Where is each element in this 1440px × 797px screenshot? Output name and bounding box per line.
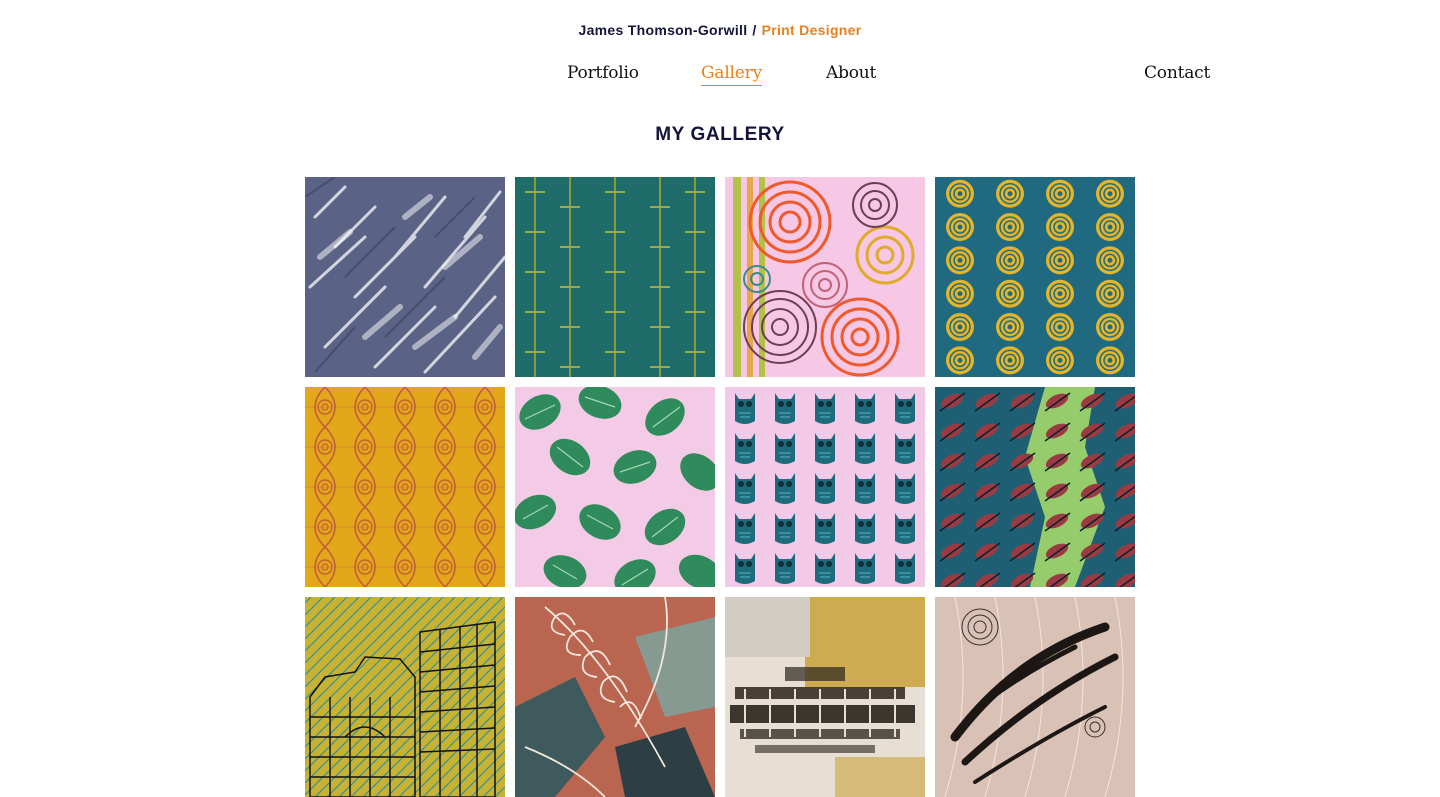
teal-bird-print xyxy=(935,387,1135,587)
gallery-tile-pink-monstera[interactable] xyxy=(515,387,715,587)
teal-green-lattice-print xyxy=(515,177,715,377)
gallery-tile-ink-brushstrokes[interactable] xyxy=(935,597,1135,797)
gallery-tile-grunge-texture[interactable] xyxy=(725,597,925,797)
gallery-tile-pink-circles[interactable] xyxy=(725,177,925,377)
nav-gallery-link[interactable]: Gallery xyxy=(701,62,762,86)
gallery-tile-teal-birds[interactable] xyxy=(935,387,1135,587)
yellow-building-sketch-print xyxy=(305,597,505,797)
gallery-tile-teal-yellow-circles[interactable] xyxy=(935,177,1135,377)
gallery-tile-yellow-building[interactable] xyxy=(305,597,505,797)
terracotta-feather-print xyxy=(515,597,715,797)
gallery-grid xyxy=(305,177,1135,797)
pink-teal-owl-print xyxy=(725,387,925,587)
pink-concentric-circles-print xyxy=(725,177,925,377)
site-header: James Thomson-Gorwill / Print Designer xyxy=(0,22,1440,38)
mustard-grunge-texture-print xyxy=(725,597,925,797)
gallery-tile-terracotta-feathers[interactable] xyxy=(515,597,715,797)
gallery-tile-green-lattice[interactable] xyxy=(515,177,715,377)
mustard-ogee-print xyxy=(305,387,505,587)
grey-textured-foliage-print xyxy=(305,177,505,377)
teal-yellow-circle-grid-print xyxy=(935,177,1135,377)
pink-monstera-leaf-print xyxy=(515,387,715,587)
header-separator: / xyxy=(752,22,757,38)
ink-brushstroke-print xyxy=(935,597,1135,797)
gallery-tile-mustard-geometric[interactable] xyxy=(305,387,505,587)
nav-contact-link[interactable]: Contact xyxy=(1144,62,1210,84)
designer-role: Print Designer xyxy=(761,22,862,38)
nav-portfolio-link[interactable]: Portfolio xyxy=(567,62,639,84)
nav-about-link[interactable]: About xyxy=(826,62,876,84)
page-title: MY GALLERY xyxy=(655,124,785,145)
gallery-tile-pink-owls[interactable] xyxy=(725,387,925,587)
designer-name[interactable]: James Thomson-Gorwill xyxy=(579,22,748,38)
gallery-tile-grey-foliage[interactable] xyxy=(305,177,505,377)
